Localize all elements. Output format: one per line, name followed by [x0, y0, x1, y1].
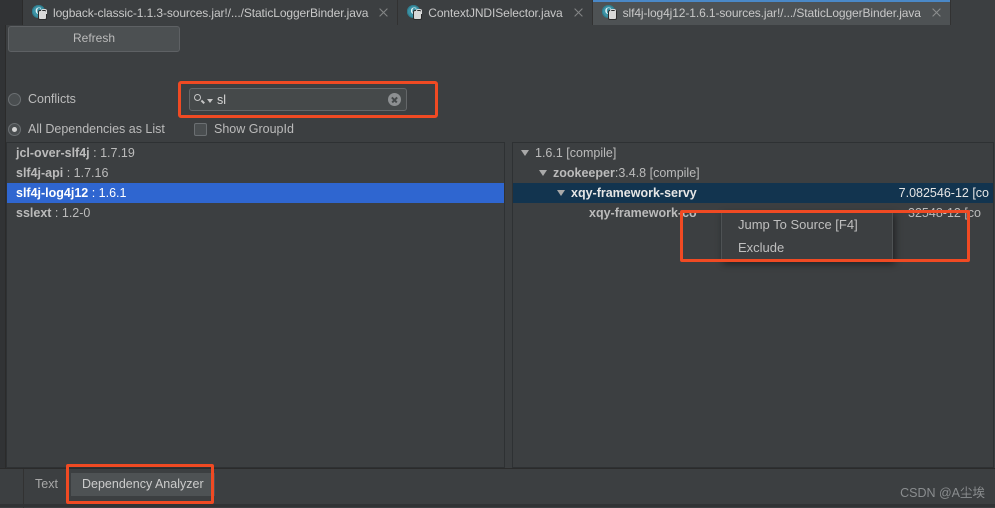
list-item-separator: :	[90, 146, 100, 160]
editor-tab-contextjndiselector[interactable]: C ContextJNDISelector.java	[398, 0, 592, 25]
editor-tab-label: logback-classic-1.1.3-sources.jar!/.../S…	[53, 6, 368, 20]
tree-row-text: 3.4.8 [compile]	[618, 163, 699, 183]
list-item-version: 1.2-0	[62, 206, 91, 220]
watermark: CSDN @A尘埃	[900, 482, 985, 501]
list-item-version: 1.7.16	[74, 166, 109, 180]
java-class-locked-icon: C	[32, 5, 47, 20]
editor-tab-logback-classic[interactable]: C logback-classic-1.1.3-sources.jar!/...…	[23, 0, 398, 25]
refresh-button[interactable]: Refresh	[8, 26, 180, 52]
java-class-locked-icon: C	[602, 5, 617, 20]
tree-row-name: zookeeper	[553, 163, 615, 183]
list-item[interactable]: jcl-over-slf4j : 1.7.19	[7, 143, 504, 163]
java-class-locked-icon: C	[407, 5, 422, 20]
close-icon[interactable]	[378, 7, 389, 18]
list-item-version: 1.6.1	[99, 186, 127, 200]
radio-all-dependencies-as-list[interactable]: All Dependencies as List	[8, 122, 165, 136]
radio-all-as-list-label: All Dependencies as List	[28, 122, 165, 136]
list-item-separator: :	[51, 206, 61, 220]
close-icon[interactable]	[573, 7, 584, 18]
chevron-down-icon[interactable]	[539, 170, 547, 176]
dependency-analyzer-tab-highlight-box	[66, 464, 214, 504]
tool-tab-text[interactable]: Text	[24, 473, 69, 496]
analyzer-split: jcl-over-slf4j : 1.7.19 slf4j-api : 1.7.…	[6, 142, 994, 468]
tree-row-name: xqy-framework-servy	[571, 183, 697, 203]
radio-indicator	[8, 93, 21, 106]
radio-conflicts-label: Conflicts	[28, 92, 76, 106]
bottom-bar-left-gutter	[0, 469, 24, 508]
search-icon	[194, 93, 206, 106]
tree-row-selected[interactable]: xqy-framework-servy 7.082546-12 [co	[513, 183, 993, 203]
maven-dependency-analyzer-window: C logback-classic-1.1.3-sources.jar!/...…	[0, 0, 995, 507]
checkbox-indicator	[194, 123, 207, 136]
list-item-name: sslext	[16, 206, 51, 220]
tree-row[interactable]: 1.6.1 [compile]	[513, 143, 993, 163]
list-item-name: slf4j-api	[16, 166, 63, 180]
editor-tab-label: slf4j-log4j12-1.6.1-sources.jar!/.../Sta…	[623, 6, 921, 20]
list-item-name: jcl-over-slf4j	[16, 146, 90, 160]
checkbox-show-groupid[interactable]: Show GroupId	[194, 122, 294, 136]
tab-bar-left-gutter	[0, 0, 23, 25]
list-item-selected[interactable]: slf4j-log4j12 : 1.6.1	[7, 183, 504, 203]
analyzer-controls: Refresh Conflicts All Dependencies as Li…	[0, 25, 995, 142]
dependency-list-pane: jcl-over-slf4j : 1.7.19 slf4j-api : 1.7.…	[6, 142, 505, 468]
editor-tab-bar: C logback-classic-1.1.3-sources.jar!/...…	[0, 0, 995, 26]
tree-row-text: 1.6.1 [compile]	[535, 143, 616, 163]
radio-indicator	[8, 123, 21, 136]
search-input[interactable]: sl	[189, 88, 407, 111]
list-item-version: 1.7.19	[100, 146, 135, 160]
list-item-separator: :	[88, 186, 98, 200]
list-item-separator: :	[63, 166, 73, 180]
dependency-tree-pane: 1.6.1 [compile] zookeeper : 3.4.8 [compi…	[512, 142, 994, 468]
context-menu-highlight-box	[680, 210, 970, 262]
search-input-value: sl	[213, 93, 388, 107]
list-item[interactable]: sslext : 1.2-0	[7, 203, 504, 223]
radio-conflicts[interactable]: Conflicts	[8, 92, 76, 106]
dependency-analyzer-panel: Refresh Conflicts All Dependencies as Li…	[0, 25, 995, 468]
editor-tab-label: ContextJNDISelector.java	[428, 6, 562, 20]
chevron-down-icon[interactable]	[557, 190, 565, 196]
list-item[interactable]: slf4j-api : 1.7.16	[7, 163, 504, 183]
tree-row-text: 7.082546-12 [co	[899, 183, 989, 203]
clear-icon[interactable]	[388, 93, 401, 106]
chevron-down-icon[interactable]	[521, 150, 529, 156]
list-item-name: slf4j-log4j12	[16, 186, 88, 200]
tree-row[interactable]: zookeeper : 3.4.8 [compile]	[513, 163, 993, 183]
editor-tab-slf4j-log4j12[interactable]: C slf4j-log4j12-1.6.1-sources.jar!/.../S…	[593, 0, 951, 25]
close-icon[interactable]	[931, 7, 942, 18]
checkbox-show-groupid-label: Show GroupId	[214, 122, 294, 136]
